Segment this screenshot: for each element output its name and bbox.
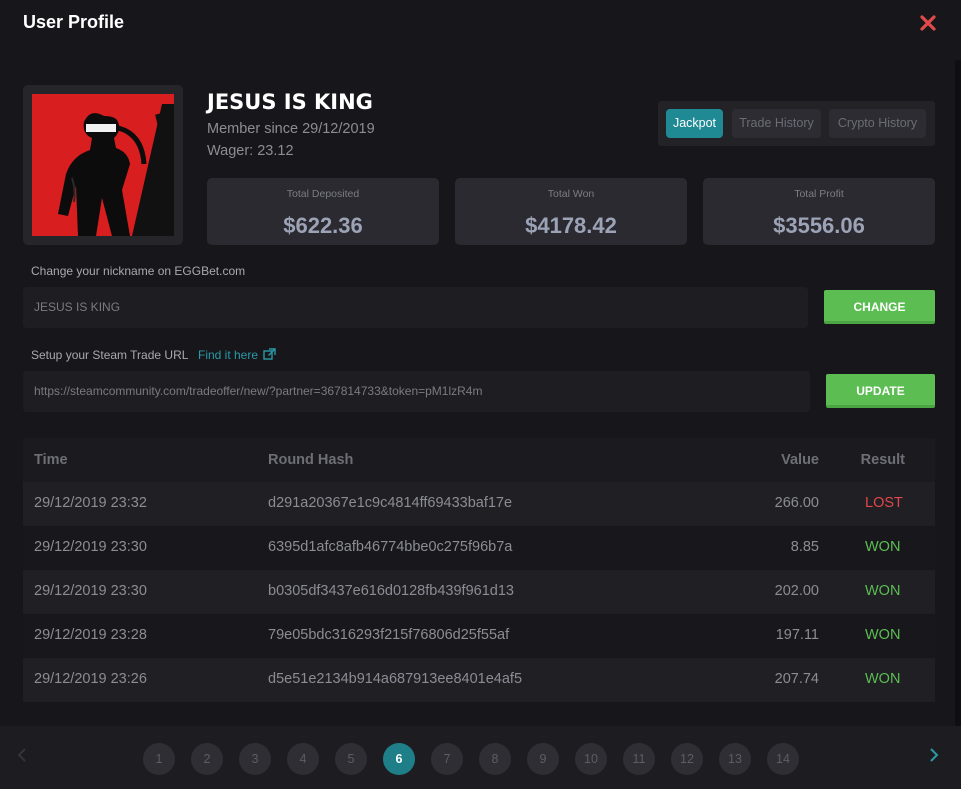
row-time: 29/12/2019 23:30 bbox=[34, 583, 147, 599]
page-7[interactable]: 7 bbox=[431, 743, 463, 775]
page-11[interactable]: 11 bbox=[623, 743, 655, 775]
trade-url-input[interactable]: https://steamcommunity.com/tradeoffer/ne… bbox=[23, 371, 810, 412]
background-edge bbox=[955, 60, 961, 789]
header-round-hash: Round Hash bbox=[268, 452, 354, 468]
table-header: Time Round Hash Value Result bbox=[23, 438, 935, 482]
page-10[interactable]: 10 bbox=[575, 743, 607, 775]
table-row[interactable]: 29/12/2019 23:30 6395d1afc8afb46774bbe0c… bbox=[23, 526, 935, 570]
external-link-icon bbox=[263, 348, 277, 360]
chevron-left-icon[interactable] bbox=[17, 748, 27, 767]
row-result: LOST bbox=[865, 495, 903, 511]
page-14[interactable]: 14 bbox=[767, 743, 799, 775]
page-3[interactable]: 3 bbox=[239, 743, 271, 775]
row-hash: d291a20367e1c9c4814ff69433baf17e bbox=[268, 495, 513, 511]
row-value: 207.74 bbox=[774, 671, 819, 687]
trade-url-label: Setup your Steam Trade URL bbox=[31, 348, 189, 362]
page-6[interactable]: 6 bbox=[383, 743, 415, 775]
find-it-here-text: Find it here bbox=[198, 348, 259, 362]
jackpot-history-table: Time Round Hash Value Result 29/12/2019 … bbox=[23, 438, 935, 702]
stat-value: $3556.06 bbox=[773, 213, 865, 238]
table-row[interactable]: 29/12/2019 23:32 d291a20367e1c9c4814ff69… bbox=[23, 482, 935, 526]
table-row[interactable]: 29/12/2019 23:30 b0305df3437e616d0128fb4… bbox=[23, 570, 935, 614]
history-tabs: Jackpot Trade History Crypto History bbox=[658, 101, 935, 146]
close-icon[interactable] bbox=[917, 12, 939, 34]
page-2[interactable]: 2 bbox=[191, 743, 223, 775]
find-it-here-link[interactable]: Find it here bbox=[198, 348, 277, 362]
stat-total-profit: Total Profit $3556.06 bbox=[703, 178, 935, 245]
stat-value: $622.36 bbox=[283, 213, 363, 238]
stat-label: Total Profit bbox=[794, 188, 844, 200]
table-row[interactable]: 29/12/2019 23:26 d5e51e2134b914a687913ee… bbox=[23, 658, 935, 702]
chevron-right-icon[interactable] bbox=[929, 748, 939, 767]
tab-jackpot[interactable]: Jackpot bbox=[666, 109, 723, 138]
page-13[interactable]: 13 bbox=[719, 743, 751, 775]
row-time: 29/12/2019 23:30 bbox=[34, 539, 147, 555]
row-value: 266.00 bbox=[774, 495, 819, 511]
header-result: Result bbox=[860, 452, 905, 468]
stat-total-won: Total Won $4178.42 bbox=[455, 178, 687, 245]
row-hash: 6395d1afc8afb46774bbe0c275f96b7a bbox=[268, 539, 513, 555]
tab-trade-history[interactable]: Trade History bbox=[732, 109, 821, 138]
wager-amount: Wager: 23.12 bbox=[207, 143, 294, 159]
stat-total-deposited: Total Deposited $622.36 bbox=[207, 178, 439, 245]
row-hash: 79e05bdc316293f215f76806d25f55af bbox=[268, 627, 510, 643]
stat-label: Total Deposited bbox=[286, 188, 360, 200]
row-hash: b0305df3437e616d0128fb439f961d13 bbox=[268, 583, 514, 599]
stat-value: $4178.42 bbox=[525, 213, 617, 238]
row-value: 8.85 bbox=[790, 539, 819, 555]
page-1[interactable]: 1 bbox=[143, 743, 175, 775]
header-time: Time bbox=[34, 452, 68, 468]
avatar[interactable] bbox=[32, 94, 174, 236]
table-row[interactable]: 29/12/2019 23:28 79e05bdc316293f215f7680… bbox=[23, 614, 935, 658]
user-profile-modal: User Profile JESUS IS KING Member since … bbox=[0, 0, 961, 789]
stat-label: Total Won bbox=[547, 188, 595, 200]
nickname-input[interactable]: JESUS IS KING bbox=[23, 287, 808, 328]
tab-crypto-history[interactable]: Crypto History bbox=[829, 109, 926, 138]
header-value: Value bbox=[781, 452, 819, 468]
row-result: WON bbox=[865, 583, 901, 599]
row-hash: d5e51e2134b914a687913ee8401e4af5 bbox=[268, 671, 523, 687]
row-value: 197.11 bbox=[775, 627, 819, 643]
pagination: 1 2 3 4 5 6 7 8 9 10 11 12 13 14 bbox=[0, 726, 961, 789]
row-result: WON bbox=[865, 539, 901, 555]
nickname-label: Change your nickname on EGGBet.com bbox=[31, 264, 246, 278]
profile-username: JESUS IS KING bbox=[207, 90, 373, 114]
modal-title: User Profile bbox=[23, 12, 125, 32]
row-time: 29/12/2019 23:32 bbox=[34, 495, 147, 511]
change-button[interactable]: CHANGE bbox=[824, 290, 935, 324]
page-9[interactable]: 9 bbox=[527, 743, 559, 775]
page-5[interactable]: 5 bbox=[335, 743, 367, 775]
row-value: 202.00 bbox=[774, 583, 819, 599]
row-result: WON bbox=[865, 671, 901, 687]
page-4[interactable]: 4 bbox=[287, 743, 319, 775]
member-since: Member since 29/12/2019 bbox=[207, 121, 375, 137]
row-result: WON bbox=[865, 627, 901, 643]
row-time: 29/12/2019 23:28 bbox=[34, 627, 147, 643]
avatar-frame bbox=[23, 85, 183, 245]
row-time: 29/12/2019 23:26 bbox=[34, 671, 147, 687]
page-12[interactable]: 12 bbox=[671, 743, 703, 775]
update-button[interactable]: UPDATE bbox=[826, 374, 935, 408]
page-8[interactable]: 8 bbox=[479, 743, 511, 775]
